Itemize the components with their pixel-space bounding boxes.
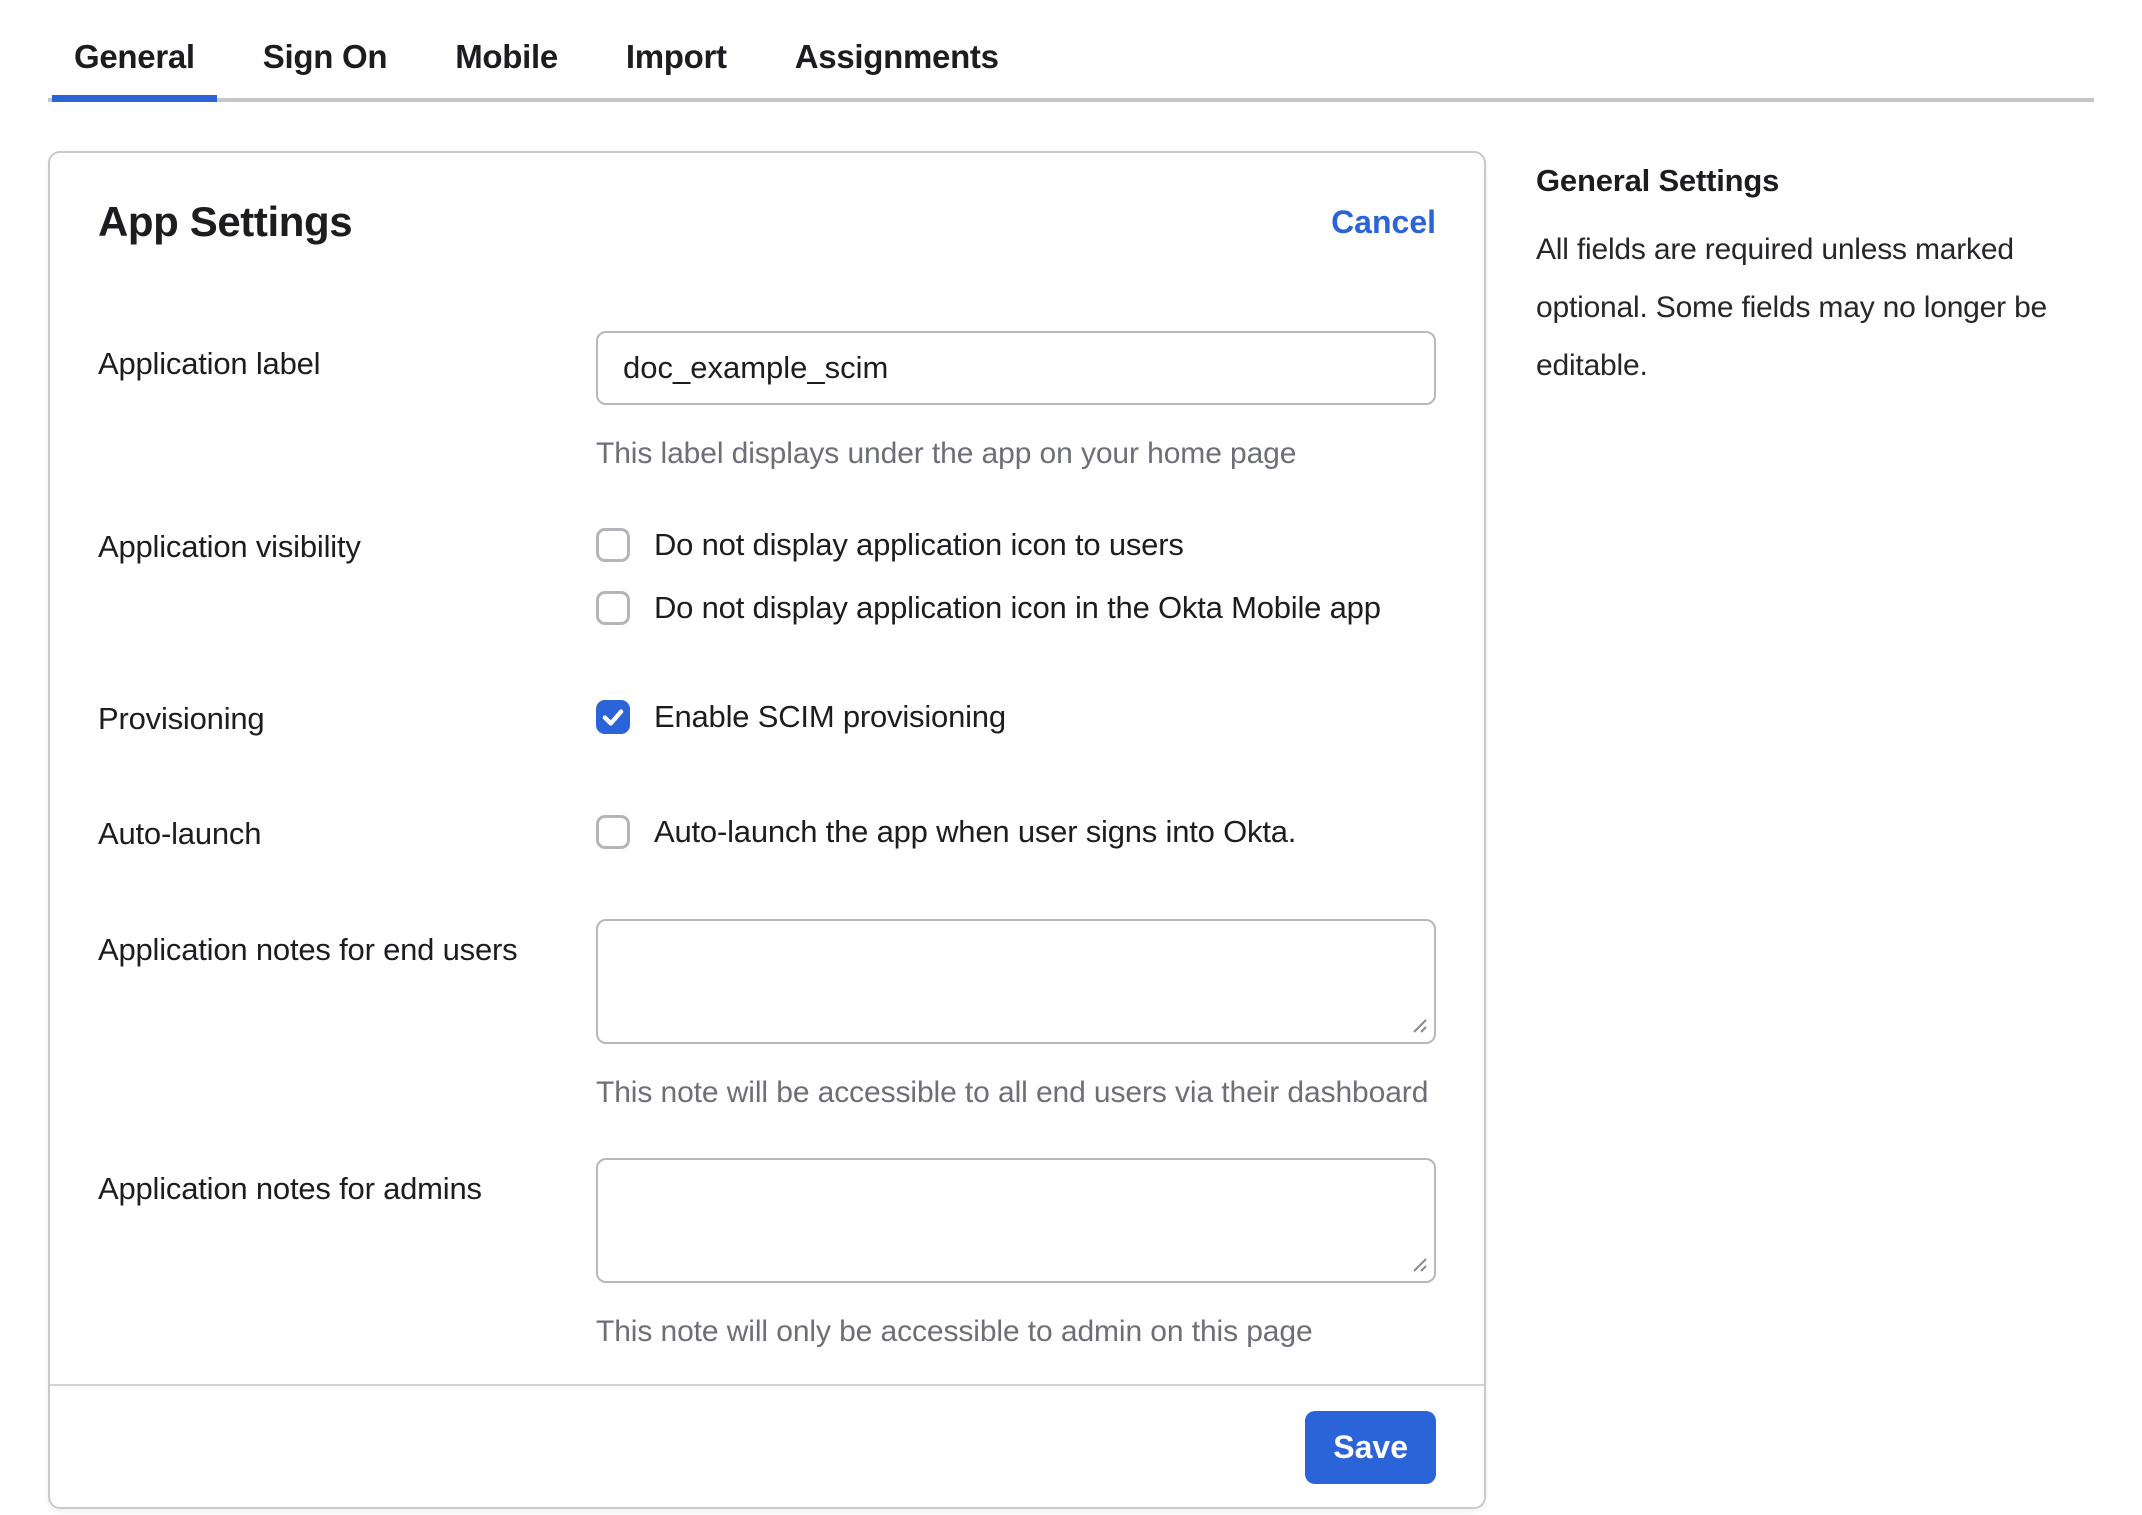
sidebar-description: All fields are required unless marked op… bbox=[1536, 221, 2094, 395]
visibility-users-checkbox-row[interactable]: Do not display application icon to users bbox=[596, 527, 1436, 563]
page: General Sign On Mobile Import Assignment… bbox=[0, 0, 2142, 1515]
notes-end-users-row: Application notes for end users This not… bbox=[98, 919, 1436, 1112]
scim-provisioning-checkbox-row[interactable]: Enable SCIM provisioning bbox=[596, 699, 1436, 735]
resize-grip-icon[interactable] bbox=[1408, 1253, 1428, 1273]
scim-provisioning-checkbox-label: Enable SCIM provisioning bbox=[654, 699, 1006, 735]
main-content: App Settings Cancel Application label Th… bbox=[0, 151, 2142, 1509]
application-label-field-label: Application label bbox=[98, 331, 596, 473]
app-settings-form: Application label This label displays un… bbox=[50, 331, 1484, 1351]
panel-footer: Save bbox=[50, 1386, 1484, 1507]
tab-assignments[interactable]: Assignments bbox=[773, 0, 1021, 102]
notes-admins-help: This note will only be accessible to adm… bbox=[596, 1313, 1436, 1351]
application-label-input[interactable] bbox=[596, 331, 1436, 405]
check-icon bbox=[600, 704, 626, 730]
visibility-users-checkbox[interactable] bbox=[596, 528, 630, 562]
visibility-users-checkbox-label: Do not display application icon to users bbox=[654, 527, 1184, 563]
auto-launch-row: Auto-launch Auto-launch the app when use… bbox=[98, 814, 1436, 853]
auto-launch-checkbox-row[interactable]: Auto-launch the app when user signs into… bbox=[596, 814, 1436, 850]
visibility-mobile-checkbox-label: Do not display application icon in the O… bbox=[654, 590, 1381, 626]
help-sidebar: General Settings All fields are required… bbox=[1536, 151, 2094, 395]
visibility-mobile-checkbox-row[interactable]: Do not display application icon in the O… bbox=[596, 590, 1436, 626]
panel-header: App Settings Cancel bbox=[50, 153, 1484, 247]
visibility-mobile-checkbox[interactable] bbox=[596, 591, 630, 625]
application-visibility-field-label: Application visibility bbox=[98, 527, 596, 626]
application-visibility-row: Application visibility Do not display ap… bbox=[98, 527, 1436, 626]
provisioning-field-label: Provisioning bbox=[98, 699, 596, 738]
tab-mobile[interactable]: Mobile bbox=[433, 0, 580, 102]
resize-grip-icon[interactable] bbox=[1408, 1014, 1428, 1034]
auto-launch-checkbox[interactable] bbox=[596, 815, 630, 849]
auto-launch-field-label: Auto-launch bbox=[98, 814, 596, 853]
tab-sign-on[interactable]: Sign On bbox=[241, 0, 409, 102]
provisioning-row: Provisioning Enable SCIM provisioning bbox=[98, 699, 1436, 738]
notes-admins-textarea[interactable] bbox=[596, 1158, 1436, 1283]
auto-launch-checkbox-label: Auto-launch the app when user signs into… bbox=[654, 814, 1296, 850]
tab-general[interactable]: General bbox=[52, 0, 217, 102]
sidebar-heading: General Settings bbox=[1536, 161, 2094, 201]
notes-admins-field-label: Application notes for admins bbox=[98, 1158, 596, 1351]
tab-import[interactable]: Import bbox=[604, 0, 749, 102]
application-label-row: Application label This label displays un… bbox=[98, 331, 1436, 473]
save-button[interactable]: Save bbox=[1305, 1411, 1436, 1484]
application-label-help: This label displays under the app on you… bbox=[596, 435, 1436, 473]
notes-end-users-textarea[interactable] bbox=[596, 919, 1436, 1044]
app-settings-panel: App Settings Cancel Application label Th… bbox=[48, 151, 1486, 1509]
scim-provisioning-checkbox[interactable] bbox=[596, 700, 630, 734]
tab-bar: General Sign On Mobile Import Assignment… bbox=[48, 0, 2094, 102]
cancel-link[interactable]: Cancel bbox=[1331, 204, 1436, 241]
notes-end-users-help: This note will be accessible to all end … bbox=[596, 1074, 1436, 1112]
notes-admins-row: Application notes for admins This note w… bbox=[98, 1158, 1436, 1351]
panel-title: App Settings bbox=[98, 197, 352, 247]
notes-end-users-field-label: Application notes for end users bbox=[98, 919, 596, 1112]
